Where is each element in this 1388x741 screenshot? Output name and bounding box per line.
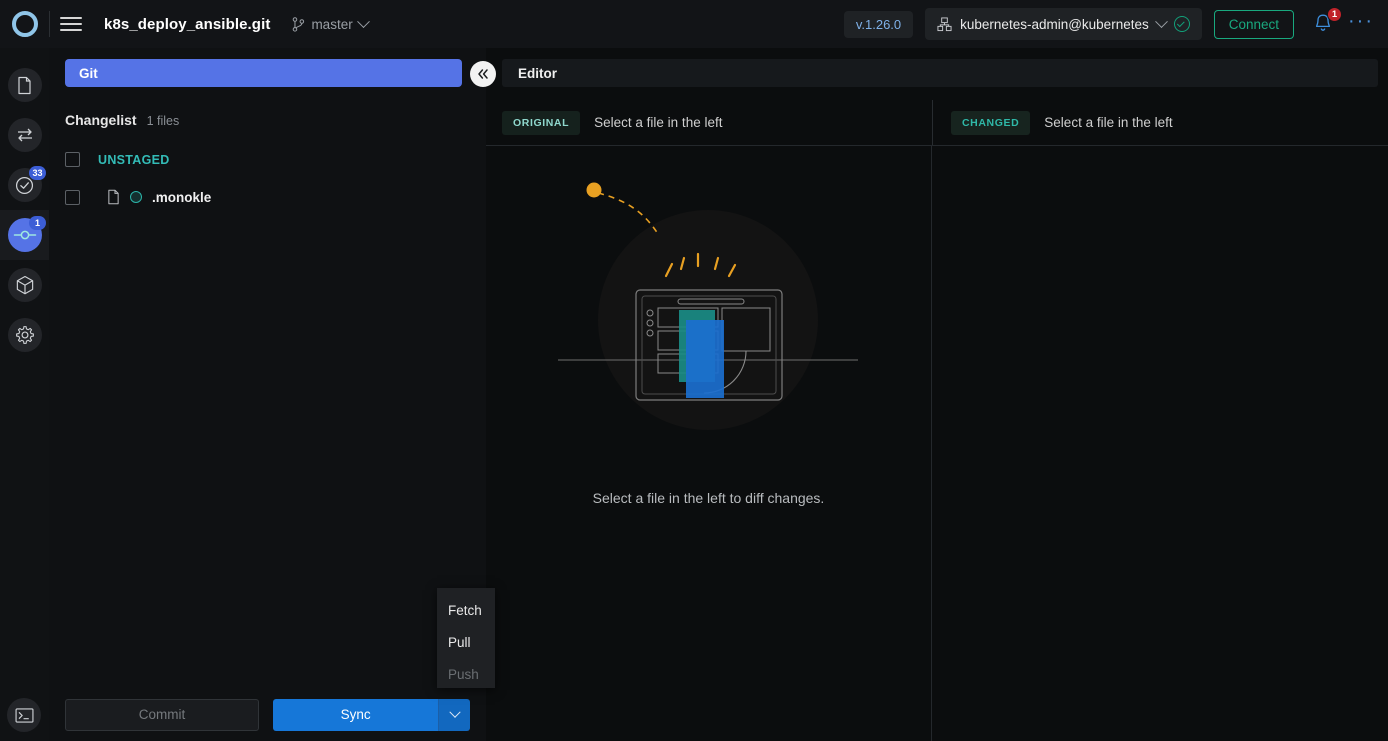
empty-state: Select a file in the left to diff change… — [486, 168, 931, 568]
sidebar-item-git[interactable]: 1 — [0, 210, 49, 260]
changelist-title: Changelist — [65, 112, 137, 128]
original-subtitle: Select a file in the left — [594, 115, 723, 130]
notification-badge: 1 — [1327, 7, 1343, 22]
file-checkbox[interactable] — [65, 189, 80, 205]
sidebar-item-images[interactable] — [0, 260, 49, 310]
git-panel-tab[interactable]: Git — [65, 59, 462, 87]
original-tag: ORIGINAL — [502, 110, 581, 135]
modified-circle-icon — [130, 191, 142, 203]
validation-badge: 33 — [29, 166, 46, 180]
terminal-button[interactable] — [7, 698, 41, 732]
branch-name: master — [311, 16, 353, 32]
sidebar-item-settings[interactable] — [0, 310, 49, 360]
diff-headers: ORIGINAL Select a file in the left CHANG… — [486, 100, 1388, 145]
menu-item-pull[interactable]: Pull — [437, 626, 495, 658]
sync-button[interactable]: Sync — [273, 698, 439, 731]
monokle-logo-icon[interactable] — [0, 0, 49, 48]
chevron-down-icon — [1154, 14, 1168, 28]
version-badge[interactable]: v.1.26.0 — [843, 10, 914, 38]
gear-icon — [15, 326, 34, 344]
changelist-header: Changelist 1 files — [65, 112, 179, 128]
unstaged-label: UNSTAGED — [98, 152, 170, 167]
unstaged-group-row[interactable]: UNSTAGED — [65, 152, 170, 167]
repo-title: k8s_deploy_ansible.git — [104, 15, 271, 33]
git-panel: Git Changelist 1 files UNSTAGED .monokle… — [49, 48, 486, 741]
notification-bell-button[interactable]: 1 — [1312, 7, 1343, 37]
file-name: .monokle — [152, 189, 212, 205]
diff-divider-horizontal — [486, 145, 1388, 146]
git-badge: 1 — [29, 216, 46, 230]
cube-icon — [16, 275, 33, 294]
file-icon — [108, 189, 119, 205]
chevron-down-icon — [356, 14, 370, 28]
diff-divider-vertical — [931, 145, 932, 741]
sync-context-menu: Fetch Pull Push — [437, 588, 495, 688]
check-circle-icon — [1173, 16, 1190, 32]
chevron-down-icon — [448, 706, 461, 718]
editor-panel: Editor ORIGINAL Select a file in the lef… — [486, 48, 1388, 741]
branch-selector[interactable]: master — [292, 14, 370, 32]
left-rail: 33 1 — [0, 48, 49, 741]
menu-item-fetch[interactable]: Fetch — [437, 594, 495, 626]
cluster-name: kubernetes-admin@kubernetes — [960, 16, 1149, 32]
git-footer: Commit Sync — [49, 688, 486, 741]
sync-button-group: Sync — [273, 698, 470, 731]
diff-changed-header: CHANGED Select a file in the left — [932, 100, 1378, 145]
collapse-panel-button[interactable] — [470, 61, 496, 87]
editor-header: Editor — [502, 59, 1378, 87]
changelist-count: 1 files — [146, 114, 180, 128]
top-bar: k8s_deploy_ansible.git master v.1.26.0 k… — [0, 0, 1388, 48]
git-branch-icon — [293, 16, 305, 32]
commit-button[interactable]: Commit — [65, 698, 260, 731]
empty-state-caption: Select a file in the left to diff change… — [592, 490, 825, 506]
cluster-icon — [937, 16, 952, 31]
more-horizontal-icon[interactable]: ··· — [1348, 11, 1374, 32]
compare-arrows-icon — [17, 128, 32, 142]
diff-original-header: ORIGINAL Select a file in the left — [486, 100, 932, 145]
connect-button[interactable]: Connect — [1213, 9, 1295, 39]
diff-empty-state-illustration — [558, 182, 858, 430]
cluster-selector[interactable]: kubernetes-admin@kubernetes — [925, 8, 1202, 40]
sync-dropdown-toggle[interactable] — [438, 698, 470, 731]
hamburger-menu-icon[interactable] — [50, 0, 92, 48]
topbar-right-group: v.1.26.0 kubernetes-admin@kubernetes Con… — [843, 7, 1388, 40]
sidebar-item-file-explorer[interactable] — [0, 60, 49, 110]
app-window: k8s_deploy_ansible.git master v.1.26.0 k… — [0, 0, 1388, 741]
list-item[interactable]: .monokle — [65, 189, 211, 205]
double-chevron-left-icon — [478, 69, 488, 79]
changed-subtitle: Select a file in the left — [1044, 115, 1173, 130]
file-icon — [18, 76, 31, 94]
sidebar-item-validation[interactable]: 33 — [0, 160, 49, 210]
menu-item-push: Push — [448, 666, 479, 682]
sidebar-item-compare[interactable] — [0, 110, 49, 160]
changed-tag: CHANGED — [951, 110, 1031, 135]
terminal-icon — [15, 707, 33, 723]
unstaged-checkbox[interactable] — [65, 152, 80, 167]
